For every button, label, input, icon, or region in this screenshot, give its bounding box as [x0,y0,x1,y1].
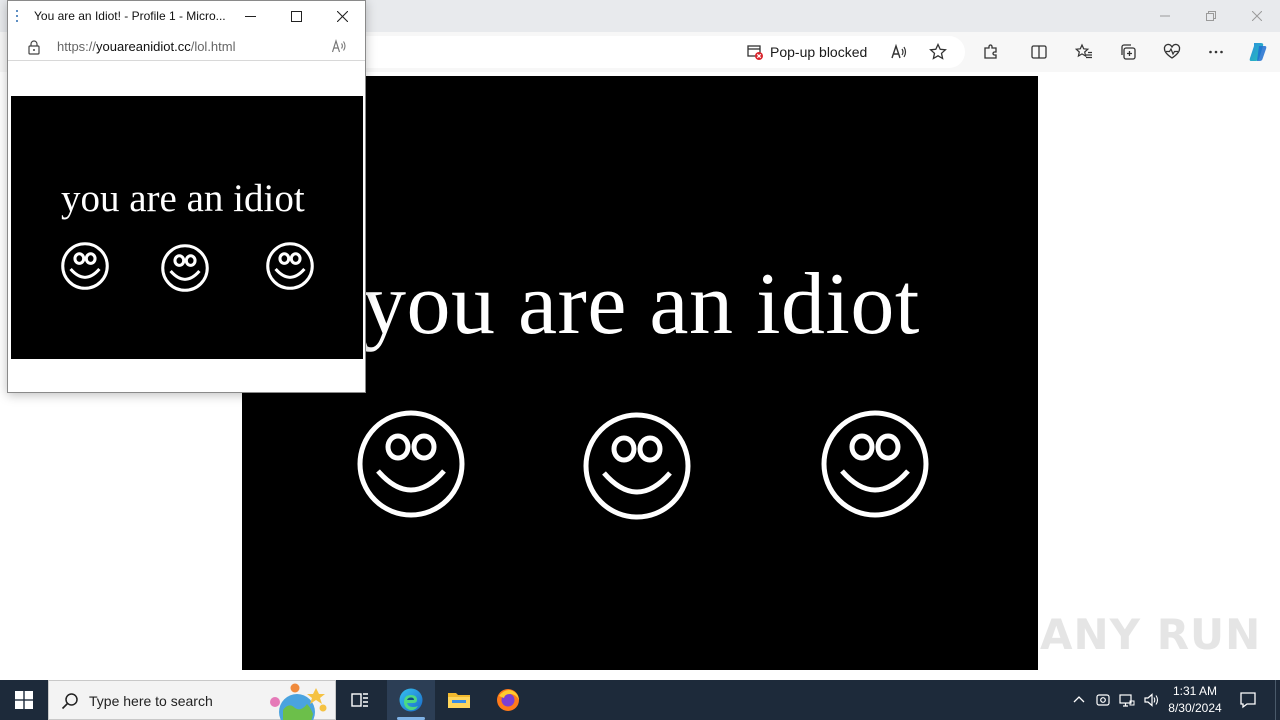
popup-menu-icon[interactable] [14,7,20,25]
close-icon [336,11,348,22]
firefox-icon [497,689,519,711]
popup-close-button[interactable] [319,1,365,32]
puzzle-icon [984,44,997,59]
popup-url-text: https://youareanidiot.cc/lol.html [57,39,236,54]
network-icon [1119,694,1135,707]
edge-icon [399,688,423,712]
restore-button[interactable] [1188,0,1234,32]
anyrun-watermark: ANY RUN [1040,610,1262,659]
minimize-button[interactable] [1142,0,1188,32]
maximize-icon [290,11,302,22]
windows-logo-icon [15,691,33,709]
collections-button[interactable] [1112,36,1144,68]
taskbar-search-box[interactable]: Type here to search [48,680,336,720]
split-screen-icon [1031,45,1047,59]
meet-now-tray-button[interactable] [1093,690,1113,710]
close-icon [1252,11,1262,21]
popup-titlebar[interactable]: You are an Idiot! - Profile 1 - Micro... [8,1,365,32]
lock-icon [28,40,40,55]
network-tray-button[interactable] [1117,690,1137,710]
camera-icon [1096,694,1110,706]
split-screen-button[interactable] [1023,36,1055,68]
read-aloud-icon[interactable] [331,38,347,54]
popup-blocked-indicator[interactable]: Pop-up blocked [740,36,873,68]
chevron-up-icon [1073,696,1085,703]
show-desktop-button[interactable] [1275,680,1280,720]
clock-date: 8/30/2024 [1168,701,1222,715]
smiley-face-icon [357,410,465,518]
close-button[interactable] [1234,0,1280,32]
smiley-face-icon [821,410,929,518]
url-path: /lol.html [190,39,236,54]
taskbar-clock[interactable]: 1:31 AM 8/30/2024 [1160,683,1230,717]
file-explorer-button[interactable] [435,680,483,720]
task-view-icon [351,693,368,707]
url-prefix: https:// [57,39,97,54]
popup-title: You are an Idiot! - Profile 1 - Micro... [34,9,226,23]
copilot-icon [1249,43,1267,61]
clock-time: 1:31 AM [1172,684,1218,698]
headline-text: you are an idiot [362,256,920,353]
taskbar-edge-button[interactable] [387,680,435,720]
notification-center-button[interactable] [1234,680,1262,720]
speaker-icon [1144,693,1159,707]
smiley-face-icon [161,244,209,292]
restore-icon [1206,11,1216,21]
star-icon [929,43,947,60]
start-button[interactable] [0,680,48,720]
favorite-star-button[interactable] [922,36,954,68]
popup-maximize-button[interactable] [273,1,319,32]
url-domain: youareanidiot.cc [96,39,191,54]
favorites-button[interactable] [1068,36,1100,68]
ellipsis-icon [1209,50,1223,54]
read-aloud-button[interactable] [883,36,915,68]
copilot-button[interactable] [1242,36,1274,68]
popup-blocked-label: Pop-up blocked [770,44,868,60]
search-highlight-icon [270,683,327,720]
more-options-button[interactable] [1200,36,1232,68]
popup-blocked-icon [747,45,763,60]
read-aloud-icon [891,43,907,59]
show-hidden-icons-button[interactable] [1069,690,1089,710]
volume-tray-button[interactable] [1141,690,1161,710]
task-view-button[interactable] [336,680,384,720]
favorites-icon [1075,43,1092,59]
smiley-face-icon [266,242,314,290]
extensions-button[interactable] [975,36,1007,68]
search-placeholder: Type here to search [89,693,213,709]
minimize-icon [244,16,256,17]
popup-black-panel: you are an idiot [11,96,363,359]
popup-minimize-button[interactable] [227,1,273,32]
smiley-face-icon [61,242,109,290]
popup-browser-window[interactable]: You are an Idiot! - Profile 1 - Micro...… [7,0,366,393]
popup-address-bar[interactable]: https://youareanidiot.cc/lol.html [8,33,365,61]
popup-headline-text: you are an idiot [61,177,305,220]
firefox-button[interactable] [484,680,532,720]
minimize-icon [1160,15,1170,17]
browser-essentials-button[interactable] [1156,36,1188,68]
taskbar: Type here to search 1:31 AM 8/30/2024 [0,680,1280,720]
heartbeat-icon [1163,43,1181,59]
folder-icon [448,693,470,708]
smiley-face-icon [583,412,691,520]
collections-icon [1121,44,1136,60]
notification-icon [1240,692,1256,709]
search-icon [61,693,78,710]
